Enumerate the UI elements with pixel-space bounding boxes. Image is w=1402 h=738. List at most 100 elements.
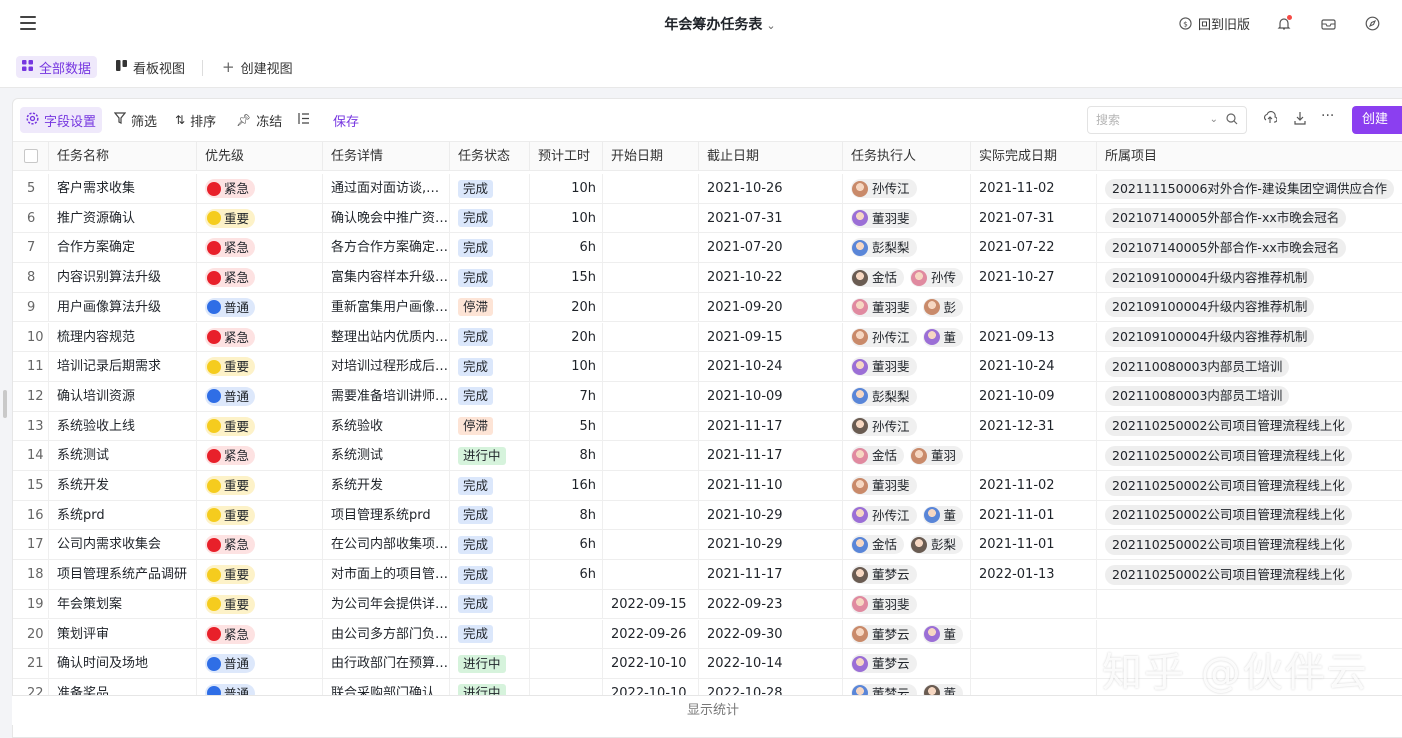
project-cell[interactable]: 202110250002公司项目管理流程线上化 xyxy=(1097,530,1402,559)
assignee-cell[interactable]: 董梦云 xyxy=(843,560,971,590)
hours-cell[interactable]: 5h xyxy=(530,411,603,441)
priority-cell[interactable]: 重要 xyxy=(197,560,323,590)
start-date-cell[interactable]: 2022-09-26 xyxy=(603,619,699,649)
task-detail-cell[interactable]: 由行政部门在预算… xyxy=(323,649,450,679)
done-date-cell[interactable]: 2021-10-24 xyxy=(971,352,1097,382)
table-row[interactable]: 15 系统开发 重要 系统开发 完成 16h 2021-11-10 董羽斐 2021-11-02… xyxy=(13,471,1402,501)
start-date-cell[interactable] xyxy=(603,560,699,590)
task-detail-cell[interactable]: 整理出站内优质内… xyxy=(323,322,450,352)
hours-cell[interactable] xyxy=(530,649,603,679)
assignee-cell[interactable]: 董羽斐 xyxy=(843,589,971,619)
start-date-cell[interactable] xyxy=(603,174,699,203)
start-date-cell[interactable] xyxy=(603,292,699,322)
status-cell[interactable]: 完成 xyxy=(450,203,530,233)
hours-cell[interactable] xyxy=(530,619,603,649)
project-cell[interactable] xyxy=(1097,590,1402,619)
hours-cell[interactable]: 7h xyxy=(530,381,603,411)
table-row[interactable]: 11 培训记录后期需求 重要 对培训过程形成后… 完成 10h 2021-10-24 董羽斐 2… xyxy=(13,352,1402,382)
status-cell[interactable]: 完成 xyxy=(450,263,530,293)
hours-cell[interactable]: 8h xyxy=(530,500,603,530)
due-date-cell[interactable]: 2021-10-26 xyxy=(699,174,843,203)
task-detail-cell[interactable]: 需要准备培训讲师… xyxy=(323,381,450,411)
select-all-checkbox[interactable] xyxy=(24,149,38,163)
table-row[interactable]: 7 合作方案确定 紧急 各方合作方案确定… 完成 6h 2021-07-20 彭梨梨 2021-… xyxy=(13,233,1402,264)
task-detail-cell[interactable]: 在公司内部收集项… xyxy=(323,530,450,560)
priority-cell[interactable]: 普通 xyxy=(197,649,323,679)
task-detail-cell[interactable]: 对培训过程形成后… xyxy=(323,352,450,382)
filter-button[interactable]: 筛选 xyxy=(108,107,163,133)
start-date-cell[interactable] xyxy=(603,233,699,263)
column-header[interactable]: 预计工时 xyxy=(530,142,603,171)
assignee-cell[interactable]: 董羽斐 xyxy=(843,471,971,500)
more-icon[interactable]: ··· xyxy=(1321,108,1334,124)
hours-cell[interactable]: 6h xyxy=(530,233,603,263)
done-date-cell[interactable] xyxy=(971,589,1097,619)
task-detail-cell[interactable]: 项目管理系统prd xyxy=(323,500,450,530)
status-cell[interactable]: 完成 xyxy=(450,322,530,352)
task-detail-cell[interactable]: 系统验收 xyxy=(323,411,450,441)
create-view-button[interactable]: + 创建视图 xyxy=(216,56,299,78)
project-cell[interactable]: 202110250002公司项目管理流程线上化 xyxy=(1097,471,1402,500)
status-cell[interactable]: 完成 xyxy=(450,471,530,500)
project-cell[interactable]: 202109100004升级内容推荐机制 xyxy=(1097,293,1402,322)
create-button[interactable]: 创建 xyxy=(1352,106,1402,134)
priority-cell[interactable]: 重要 xyxy=(197,471,323,500)
chevron-down-icon[interactable]: ⌄ xyxy=(1210,107,1218,133)
hours-cell[interactable]: 6h xyxy=(530,560,603,590)
priority-cell[interactable]: 普通 xyxy=(197,292,323,322)
column-header[interactable]: 实际完成日期 xyxy=(971,142,1097,171)
task-detail-cell[interactable]: 确认晚会中推广资… xyxy=(323,203,450,233)
table-row[interactable]: 19 年会策划案 重要 为公司年会提供详… 完成 2022-09-15 2022-09-23… xyxy=(13,589,1402,620)
save-button[interactable]: 保存 xyxy=(327,107,365,133)
done-date-cell[interactable]: 2022-01-13 xyxy=(971,560,1097,590)
due-date-cell[interactable]: 2022-09-30 xyxy=(699,619,843,649)
project-cell[interactable]: 202110250002公司项目管理流程线上化 xyxy=(1097,441,1402,470)
start-date-cell[interactable] xyxy=(603,352,699,382)
project-cell[interactable]: 202110250002公司项目管理流程线上化 xyxy=(1097,560,1402,589)
resize-handle[interactable] xyxy=(3,390,7,418)
hours-cell[interactable]: 10h xyxy=(530,174,603,203)
sort-button[interactable]: ⇅ 排序 xyxy=(169,107,222,133)
done-date-cell[interactable]: 2021-11-02 xyxy=(971,471,1097,500)
status-cell[interactable]: 完成 xyxy=(450,500,530,530)
start-date-cell[interactable] xyxy=(603,500,699,530)
priority-cell[interactable]: 普通 xyxy=(197,381,323,411)
assignee-cell[interactable]: 孙传江 董 xyxy=(843,322,971,352)
task-name-cell[interactable]: 合作方案确定 xyxy=(49,233,197,263)
done-date-cell[interactable] xyxy=(971,649,1097,679)
priority-cell[interactable]: 紧急 xyxy=(197,263,323,293)
priority-cell[interactable]: 重要 xyxy=(197,589,323,619)
task-name-cell[interactable]: 用户画像算法升级 xyxy=(49,292,197,322)
status-cell[interactable]: 完成 xyxy=(450,233,530,263)
column-header[interactable]: 任务详情 xyxy=(323,142,450,171)
task-name-cell[interactable]: 系统prd xyxy=(49,500,197,530)
table-row[interactable]: 9 用户画像算法升级 普通 重新富集用户画像… 停滞 20h 2021-09-20 董羽斐 彭 2… xyxy=(13,292,1402,323)
done-date-cell[interactable] xyxy=(971,619,1097,649)
task-name-cell[interactable]: 系统测试 xyxy=(49,441,197,471)
hours-cell[interactable]: 10h xyxy=(530,352,603,382)
due-date-cell[interactable]: 2022-09-23 xyxy=(699,589,843,619)
task-name-cell[interactable]: 客户需求收集 xyxy=(49,174,197,203)
project-cell[interactable]: 202109100004升级内容推荐机制 xyxy=(1097,263,1402,292)
due-date-cell[interactable]: 2021-10-29 xyxy=(699,530,843,560)
due-date-cell[interactable]: 2021-10-24 xyxy=(699,352,843,382)
start-date-cell[interactable] xyxy=(603,471,699,500)
due-date-cell[interactable]: 2021-11-17 xyxy=(699,411,843,441)
start-date-cell[interactable] xyxy=(603,441,699,471)
assignee-cell[interactable]: 董梦云 xyxy=(843,649,971,679)
show-stats-button[interactable]: 显示统计 xyxy=(687,703,739,718)
task-name-cell[interactable]: 梳理内容规范 xyxy=(49,322,197,352)
search-input[interactable]: 搜索 ⌄ xyxy=(1087,106,1247,134)
project-cell[interactable]: 202111150006对外合作-建设集团空调供应合作 xyxy=(1097,174,1402,203)
done-date-cell[interactable] xyxy=(971,441,1097,471)
table-row[interactable]: 8 内容识别算法升级 紧急 富集内容样本升级… 完成 15h 2021-10-22 金恬 孙传 2… xyxy=(13,263,1402,293)
assignee-cell[interactable]: 金恬 孙传 xyxy=(843,263,971,293)
field-settings-button[interactable]: 字段设置 xyxy=(20,107,103,133)
project-cell[interactable]: 202110080003内部员工培训 xyxy=(1097,352,1402,381)
search-icon[interactable] xyxy=(1226,108,1238,134)
start-date-cell[interactable] xyxy=(603,411,699,441)
priority-cell[interactable]: 紧急 xyxy=(197,441,323,471)
done-date-cell[interactable]: 2021-10-27 xyxy=(971,263,1097,293)
due-date-cell[interactable]: 2021-10-29 xyxy=(699,500,843,530)
priority-cell[interactable]: 重要 xyxy=(197,500,323,530)
